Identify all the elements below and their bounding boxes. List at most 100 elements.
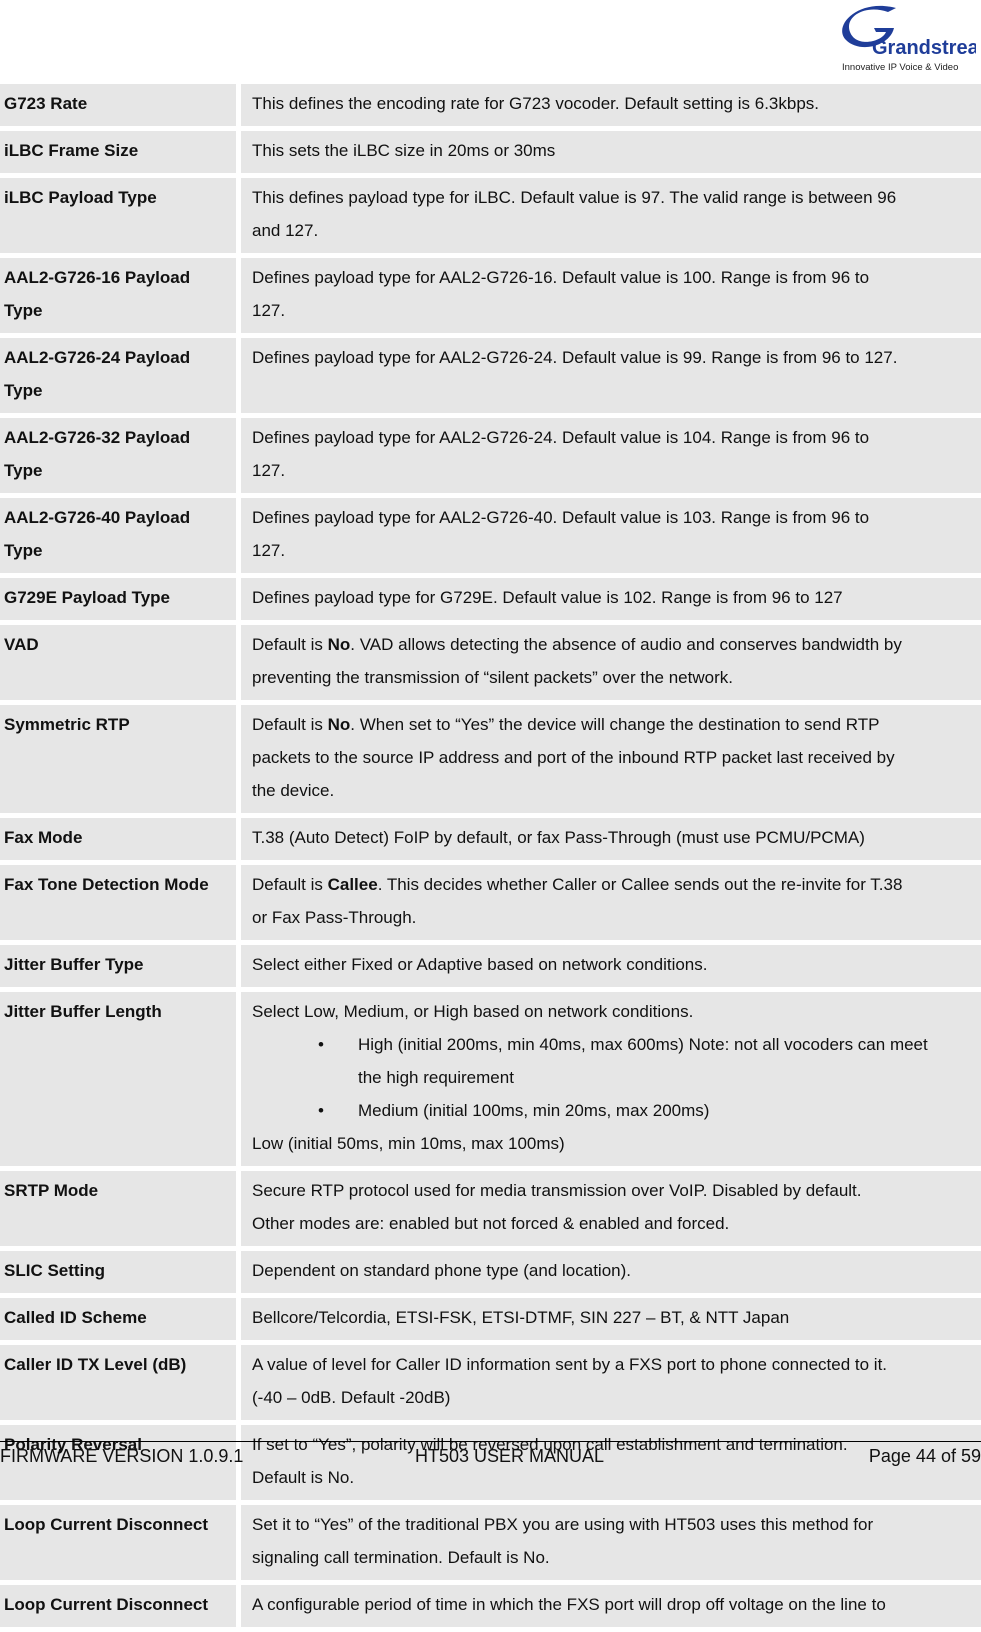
setting-name: Jitter Buffer Length xyxy=(0,992,236,1166)
setting-description: Default is No. VAD allows detecting the … xyxy=(241,625,981,700)
table-row: Fax Tone Detection Mode Default is Callee… xyxy=(0,865,981,940)
setting-name: AAL2-G726-32 Payload Type xyxy=(0,418,236,493)
setting-name: G723 Rate xyxy=(0,84,236,126)
setting-name: Loop Current Disconnect xyxy=(0,1585,236,1627)
page-footer: FIRMWARE VERSION 1.0.9.1 HT503 USER MANU… xyxy=(0,1441,981,1467)
table-row: SLIC Setting Dependent on standard phone … xyxy=(0,1251,981,1293)
setting-name: iLBC Payload Type xyxy=(0,178,236,253)
setting-name: AAL2-G726-24 Payload Type xyxy=(0,338,236,413)
default-value: No xyxy=(327,715,351,734)
description-line: Secure RTP protocol used for media trans… xyxy=(252,1181,862,1200)
grandstream-logo: Grandstream Innovative IP Voice & Video xyxy=(836,2,981,74)
description-line: the device. xyxy=(252,781,335,800)
description-line: Defines payload type for AAL2-G726-24. D… xyxy=(252,348,898,367)
setting-name: AAL2-G726-40 Payload Type xyxy=(0,498,236,573)
setting-description: Secure RTP protocol used for media trans… xyxy=(241,1171,981,1246)
setting-name: SLIC Setting xyxy=(0,1251,236,1293)
default-value: No xyxy=(327,635,351,654)
description-text: . This decides whether Caller or Callee … xyxy=(377,875,903,894)
setting-name: Fax Mode xyxy=(0,818,236,860)
setting-description: Select either Fixed or Adaptive based on… xyxy=(241,945,981,987)
description-line: Set it to “Yes” of the traditional PBX y… xyxy=(252,1515,874,1534)
setting-name: SRTP Mode xyxy=(0,1171,236,1246)
table-row: Loop Current Disconnect Set it to “Yes” o… xyxy=(0,1505,981,1580)
setting-description: Defines payload type for AAL2-G726-24. D… xyxy=(241,418,981,493)
setting-description: Defines payload type for AAL2-G726-16. D… xyxy=(241,258,981,333)
firmware-version: FIRMWARE VERSION 1.0.9.1 xyxy=(0,1446,244,1466)
bullet-icon: • xyxy=(318,1101,324,1120)
table-row: iLBC Payload Type This defines payload ty… xyxy=(0,178,981,253)
description-prefix: Default is xyxy=(252,875,328,894)
setting-description: Defines payload type for AAL2-G726-24. D… xyxy=(241,338,981,413)
setting-name: AAL2-G726-16 Payload Type xyxy=(0,258,236,333)
table-row: G729E Payload Type Defines payload type f… xyxy=(0,578,981,620)
setting-name: Jitter Buffer Type xyxy=(0,945,236,987)
description-line: Defines payload type for AAL2-G726-16. D… xyxy=(252,268,870,287)
bullet-icon xyxy=(318,1061,338,1094)
description-line: Other modes are: enabled but not forced … xyxy=(252,1214,730,1233)
description-line: T.38 (Auto Detect) FoIP by default, or f… xyxy=(252,828,865,847)
description-text: . VAD allows detecting the absence of au… xyxy=(350,635,902,654)
page-number: Page 44 of 59 xyxy=(868,1446,981,1466)
description-line: Low (initial 50ms, min 10ms, max 100ms) xyxy=(252,1134,565,1153)
setting-description: Select Low, Medium, or High based on net… xyxy=(241,992,981,1166)
table-row: AAL2-G726-24 Payload Type Defines payload… xyxy=(0,338,981,413)
table-row: AAL2-G726-16 Payload Type Defines payload… xyxy=(0,258,981,333)
setting-name: G729E Payload Type xyxy=(0,578,236,620)
description-line: A configurable period of time in which t… xyxy=(252,1595,886,1614)
table-row: AAL2-G726-40 Payload Type Defines payload… xyxy=(0,498,981,573)
table-row: iLBC Frame Size This sets the iLBC size i… xyxy=(0,131,981,173)
bullet-icon: • xyxy=(318,1035,324,1054)
setting-name: Fax Tone Detection Mode xyxy=(0,865,236,940)
description-prefix: Default is xyxy=(252,635,328,654)
description-line: preventing the transmission of “silent p… xyxy=(252,668,733,687)
description-line: (-40 – 0dB. Default -20dB) xyxy=(252,1388,451,1407)
table-row: G723 Rate This defines the encoding rate … xyxy=(0,84,981,126)
setting-description: A value of level for Caller ID informati… xyxy=(241,1345,981,1420)
setting-description: This defines payload type for iLBC. Defa… xyxy=(241,178,981,253)
description-line: 127. xyxy=(252,461,286,480)
description-line: Defines payload type for AAL2-G726-24. D… xyxy=(252,428,870,447)
setting-description: This sets the iLBC size in 20ms or 30ms xyxy=(241,131,981,173)
description-line: This defines the encoding rate for G723 … xyxy=(252,94,820,113)
setting-description: Default is Callee. This decides whether … xyxy=(241,865,981,940)
description-text: . When set to “Yes” the device will chan… xyxy=(350,715,880,734)
setting-description: Defines payload type for G729E. Default … xyxy=(241,578,981,620)
description-line: Default is No. When set to “Yes” the dev… xyxy=(252,708,977,741)
setting-name: iLBC Frame Size xyxy=(0,131,236,173)
description-line: This sets the iLBC size in 20ms or 30ms xyxy=(252,141,556,160)
description-line: Bellcore/Telcordia, ETSI-FSK, ETSI-DTMF,… xyxy=(252,1308,790,1327)
setting-name: Called ID Scheme xyxy=(0,1298,236,1340)
description-line: Defines payload type for G729E. Default … xyxy=(252,588,843,607)
bullet-text: the high requirement xyxy=(358,1068,514,1087)
description-line: Default is Callee. This decides whether … xyxy=(252,868,977,901)
logo-graphic: Grandstream Innovative IP Voice & Video xyxy=(842,5,981,73)
description-line: Default is No. VAD allows detecting the … xyxy=(252,628,977,661)
description-line: Dependent on standard phone type (and lo… xyxy=(252,1261,631,1280)
description-line: Defines payload type for AAL2-G726-40. D… xyxy=(252,508,870,527)
table-row: SRTP Mode Secure RTP protocol used for me… xyxy=(0,1171,981,1246)
bullet-text: High (initial 200ms, min 40ms, max 600ms… xyxy=(358,1035,928,1054)
setting-name: Caller ID TX Level (dB) xyxy=(0,1345,236,1420)
table-row: Caller ID TX Level (dB) A value of level … xyxy=(0,1345,981,1420)
setting-description: A configurable period of time in which t… xyxy=(241,1585,981,1627)
description-line: Select either Fixed or Adaptive based on… xyxy=(252,955,708,974)
setting-name: Symmetric RTP xyxy=(0,705,236,813)
setting-description: This defines the encoding rate for G723 … xyxy=(241,84,981,126)
setting-description: Dependent on standard phone type (and lo… xyxy=(241,1251,981,1293)
setting-description: Bellcore/Telcordia, ETSI-FSK, ETSI-DTMF,… xyxy=(241,1298,981,1340)
table-row: Called ID Scheme Bellcore/Telcordia, ETS… xyxy=(0,1298,981,1340)
default-value: Callee xyxy=(327,875,378,894)
manual-title: HT503 USER MANUAL xyxy=(415,1446,605,1466)
description-line: This defines payload type for iLBC. Defa… xyxy=(252,188,897,207)
table-row: Jitter Buffer Type Select either Fixed or… xyxy=(0,945,981,987)
description-line: 127. xyxy=(252,301,286,320)
description-line: and 127. xyxy=(252,221,319,240)
setting-description: Default is No. When set to “Yes” the dev… xyxy=(241,705,981,813)
logo-brand-text: Grandstream xyxy=(872,37,976,59)
description-line: packets to the source IP address and por… xyxy=(252,748,895,767)
setting-description: T.38 (Auto Detect) FoIP by default, or f… xyxy=(241,818,981,860)
bullet-item: • Medium (initial 100ms, min 20ms, max 20… xyxy=(252,1094,977,1127)
description-line: 127. xyxy=(252,541,286,560)
setting-name: Loop Current Disconnect xyxy=(0,1505,236,1580)
